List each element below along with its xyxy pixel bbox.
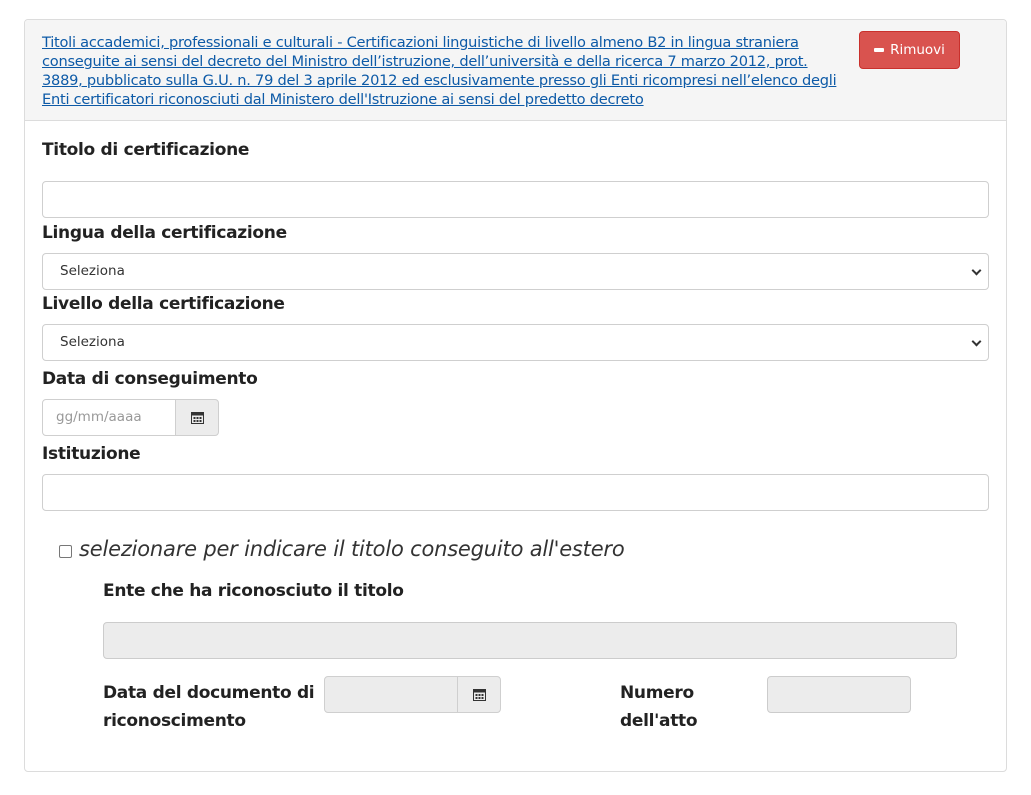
chevron-down-icon [971, 265, 982, 276]
data-documento-input[interactable] [324, 676, 458, 713]
livello-select-value: Seleziona [60, 334, 125, 350]
livello-label: Livello della certificazione [42, 294, 285, 314]
titolo-input[interactable] [42, 181, 989, 218]
numero-atto-input[interactable] [767, 676, 911, 713]
calendar-icon [472, 689, 486, 701]
estero-checkbox-label[interactable]: selezionare per indicare il titolo conse… [79, 537, 625, 561]
calendar-button[interactable] [175, 399, 219, 436]
certification-panel: Titoli accademici, professionali e cultu… [24, 19, 1007, 772]
lingua-select-value: Seleziona [60, 263, 125, 279]
data-conseguimento-label: Data di conseguimento [42, 369, 258, 389]
remove-button-label: Rimuovi [890, 42, 945, 58]
data-documento-label-line1: Data del documento di [103, 683, 315, 703]
ente-label: Ente che ha riconosciuto il titolo [103, 581, 404, 601]
numero-atto-label-line1: Numero [620, 683, 694, 703]
numero-atto-label: Numero dell'atto [620, 679, 698, 735]
date-placeholder: gg/mm/aaaa [56, 409, 142, 425]
istituzione-input[interactable] [42, 474, 989, 511]
lingua-select[interactable]: Seleziona [42, 253, 989, 290]
chevron-down-icon [971, 336, 982, 347]
ente-input[interactable] [103, 622, 957, 659]
estero-checkbox[interactable] [59, 545, 72, 558]
data-conseguimento-input[interactable]: gg/mm/aaaa [42, 399, 176, 436]
minus-icon [874, 48, 885, 52]
remove-button[interactable]: Rimuovi [859, 31, 960, 69]
titolo-label: Titolo di certificazione [42, 140, 250, 160]
istituzione-label: Istituzione [42, 444, 141, 464]
calendar-icon [190, 412, 204, 424]
data-documento-label-line2: riconoscimento [103, 711, 246, 731]
panel-header: Titoli accademici, professionali e cultu… [25, 20, 1006, 121]
certification-title-link[interactable]: Titoli accademici, professionali e cultu… [42, 33, 842, 109]
livello-select[interactable]: Seleziona [42, 324, 989, 361]
data-documento-label: Data del documento di riconoscimento [103, 679, 315, 735]
lingua-label: Lingua della certificazione [42, 223, 287, 243]
calendar-button[interactable] [457, 676, 501, 713]
numero-atto-label-line2: dell'atto [620, 711, 698, 731]
